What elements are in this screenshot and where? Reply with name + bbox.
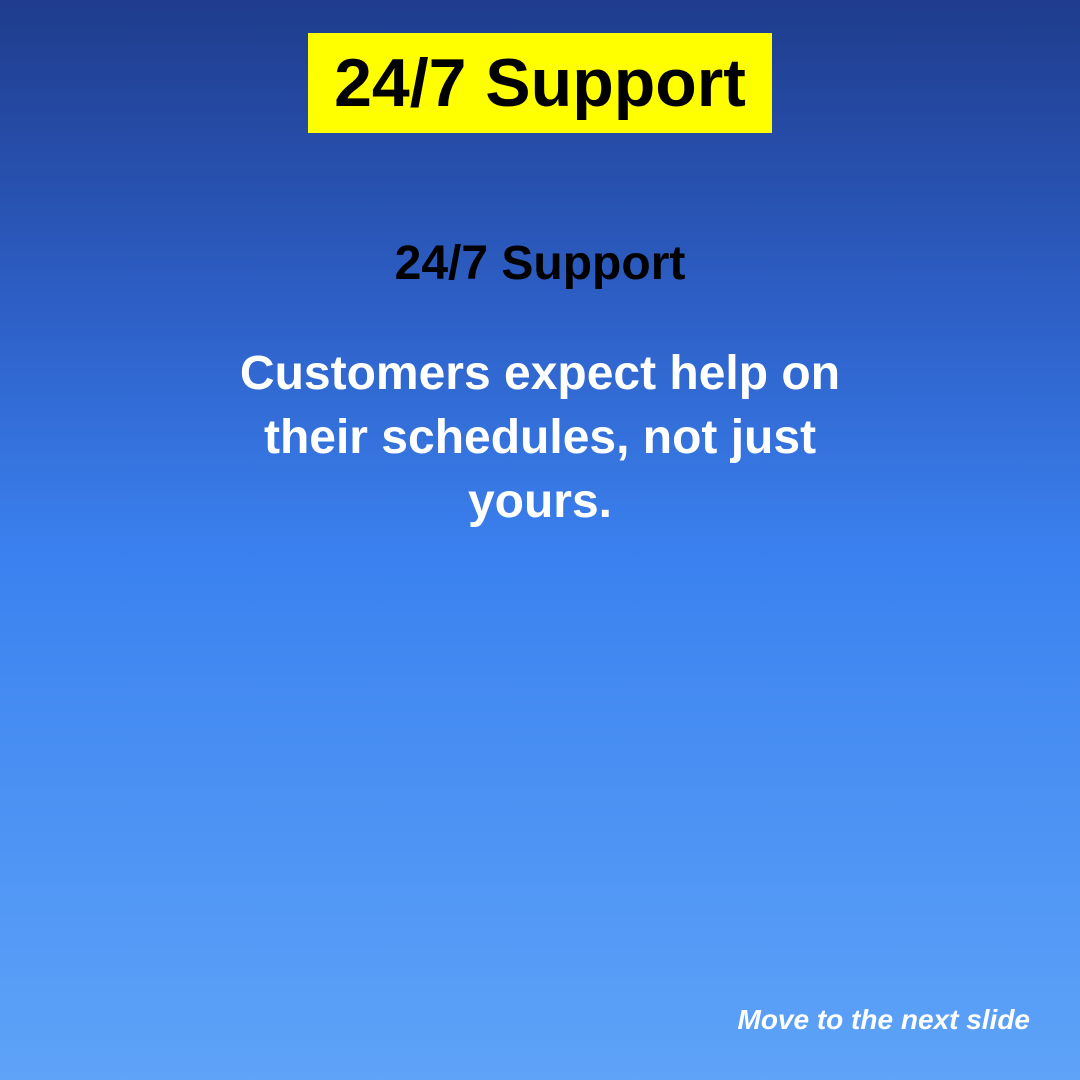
banner-title: 24/7 Support bbox=[334, 45, 746, 121]
title-banner: 24/7 Support bbox=[308, 33, 772, 133]
slide: 24/7 Support 24/7 Support Customers expe… bbox=[0, 0, 1080, 1080]
slide-heading: 24/7 Support bbox=[394, 237, 686, 290]
slide-body-text: Customers expect help on their schedules… bbox=[239, 347, 841, 528]
next-slide-link[interactable]: Move to the next slide bbox=[738, 1002, 1031, 1038]
